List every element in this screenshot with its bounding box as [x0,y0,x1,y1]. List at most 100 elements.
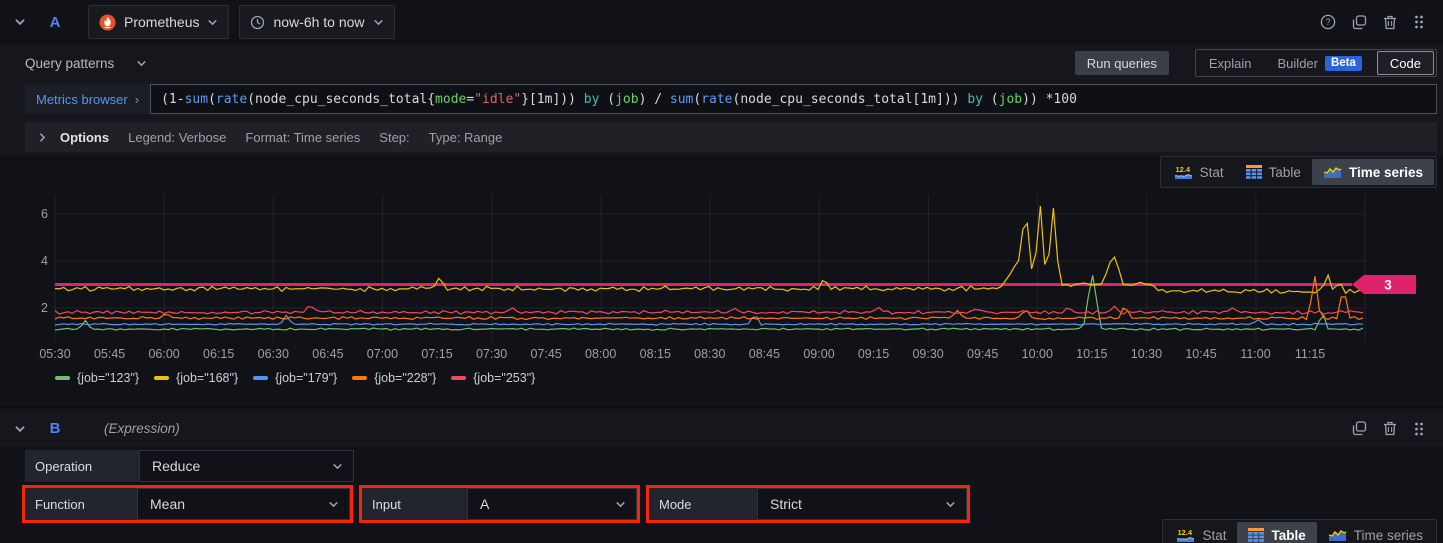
help-icon[interactable]: ? [1320,14,1336,30]
query-expression-row: Metrics browser › (1-sum(rate(node_cpu_s… [25,84,1437,114]
stat-icon: 12.4 [1176,528,1195,543]
copy-icon[interactable] [1352,14,1367,30]
operation-select[interactable]: Reduce [139,450,354,482]
options-format: Format: Time series [245,129,361,145]
x-axis-tick: 06:30 [258,347,289,361]
viz-option-label: Time series [1348,164,1423,180]
function-label: Function [25,488,137,520]
collapse-query-a-icon[interactable] [14,16,26,28]
query-a-actions: ? [1320,14,1431,30]
legend-item[interactable]: {job="168"} [154,371,238,385]
input-select[interactable]: A [467,488,637,520]
query-code-input[interactable]: (1-sum(rate(node_cpu_seconds_total{mode=… [150,84,1437,114]
section-divider [0,406,1443,408]
x-axis-tick: 06:00 [148,347,179,361]
x-axis-tick: 11:15 [1295,347,1325,361]
x-axis-tick: 10:00 [1022,347,1053,361]
legend-swatch [154,376,170,380]
series-line-1 [54,205,1364,295]
legend-item[interactable]: {job="179"} [253,371,337,385]
x-axis-tick: 07:45 [530,347,561,361]
chevron-right-icon: › [134,91,140,107]
mode-label: Mode [649,488,757,520]
series-line-4 [54,305,1364,315]
mode-select[interactable]: Strict [757,488,967,520]
chevron-right-icon [37,132,48,143]
collapse-query-b-icon[interactable] [14,423,26,435]
x-axis-tick: 05:30 [39,347,70,361]
x-axis-tick: 08:45 [749,347,780,361]
svg-text:12.4: 12.4 [1178,528,1193,537]
x-axis-tick: 08:30 [694,347,725,361]
viz-option-time-series[interactable]: Time series [1317,522,1434,543]
legend-item[interactable]: {job="228"} [352,371,436,385]
run-queries-button[interactable]: Run queries [1074,51,1169,75]
datasource-picker[interactable]: Prometheus [88,5,230,39]
grafana-query-editor: A Prometheus now-6h to now ? Query patte… [0,0,1443,543]
prometheus-flame-icon [99,14,116,31]
code-label: Code [1389,55,1421,71]
viz-option-stat[interactable]: 12.4 Stat [1163,159,1235,185]
trash-icon[interactable] [1383,421,1397,436]
metrics-browser-button[interactable]: Metrics browser › [25,84,151,114]
chevron-down-icon [332,461,343,472]
time-range-picker[interactable]: now-6h to now [239,5,395,39]
drag-handle-icon[interactable] [1413,421,1425,437]
x-axis-tick: 07:00 [367,347,398,361]
options-title: Options [60,129,110,145]
viz-option-label: Table [1268,164,1301,180]
table-icon [1245,165,1262,179]
options-collapsible-row[interactable]: Options Legend: Verbose Format: Time ser… [25,122,1437,152]
editor-mode-group: Explain Builder Beta Code [1194,49,1437,77]
viz-toggle-a: 12.4 Stat Table Time series [1159,156,1437,188]
trash-icon[interactable] [1383,15,1397,30]
function-value: Mean [150,496,186,512]
builder-mode-button[interactable]: Builder Beta [1265,50,1375,76]
query-b-ref-id: B [49,420,61,437]
chevron-down-icon [615,499,626,510]
legend-item[interactable]: {job="123"} [55,371,139,385]
threshold-value: 3 [1384,277,1392,292]
chevron-down-icon [945,499,956,510]
expression-row-2: Function Mean Input A Mode Strict [22,485,970,523]
query-a-header: A Prometheus now-6h to now ? [0,4,1443,40]
legend-swatch [451,376,467,380]
chevron-down-icon [136,58,147,69]
svg-text:?: ? [1325,17,1330,27]
legend-label: {job="253"} [473,371,536,385]
explain-toggle[interactable]: Explain [1196,50,1265,76]
series-line-2 [54,314,1364,326]
time-series-icon [1328,528,1347,542]
table-icon [1248,528,1265,542]
chart-canvas[interactable]: 3 2 4 6 05:30 05:45 06:00 06:15 06:30 06:45 07:00 0… [0,190,1443,390]
function-select[interactable]: Mean [137,488,350,520]
chart-legend: {job="123"} {job="168"} {job="179"} {job="2… [55,371,535,385]
input-label: Input [362,488,467,520]
x-axis-tick: 07:15 [421,347,452,361]
viz-option-time-series[interactable]: Time series [1311,159,1434,185]
code-mode-button[interactable]: Code [1376,51,1434,75]
copy-icon[interactable] [1352,421,1367,436]
y-axis-tick: 2 [41,301,48,315]
viz-option-stat[interactable]: 12.4 Stat [1165,522,1237,543]
expression-type-label: (Expression) [104,421,180,436]
legend-label: {job="179"} [275,371,338,385]
chevron-down-icon [328,499,339,510]
metrics-browser-label: Metrics browser [36,91,128,107]
viz-option-label: Table [1271,527,1306,543]
x-axis-tick: 11:00 [1240,347,1270,361]
query-b-actions [1352,421,1431,437]
viz-option-label: Stat [1202,527,1227,543]
viz-option-table[interactable]: Table [1235,159,1312,185]
drag-handle-icon[interactable] [1413,14,1425,30]
chevron-down-icon [373,17,384,28]
operation-label: Operation [25,450,139,482]
operation-field: Operation Reduce [25,450,354,482]
query-patterns-dropdown[interactable]: Query patterns [25,56,147,71]
legend-swatch [55,376,70,380]
legend-item[interactable]: {job="253"} [451,371,535,385]
viz-option-table[interactable]: Table [1237,522,1317,543]
stat-icon: 12.4 [1174,165,1193,180]
time-series-icon [1323,165,1342,179]
query-b-header: B (Expression) [0,410,1443,447]
